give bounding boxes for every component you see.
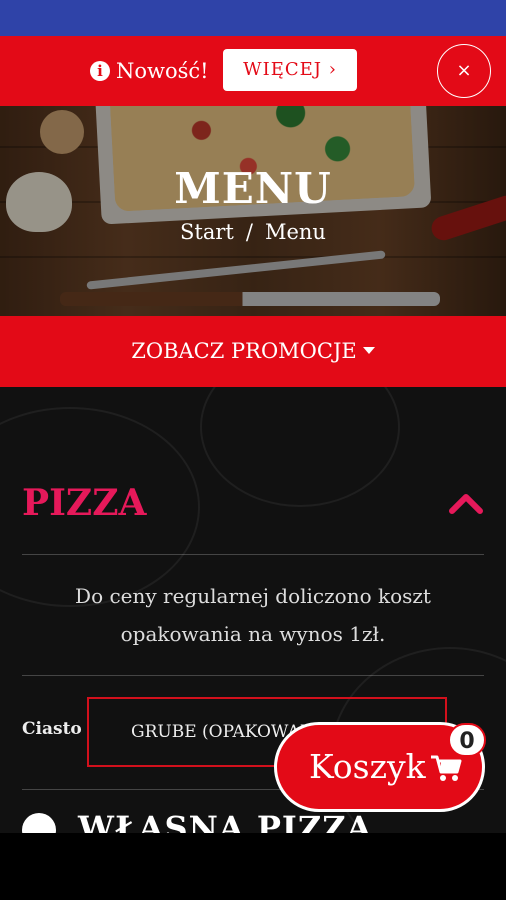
notice-label: Nowość!	[116, 59, 209, 83]
info-icon: i	[90, 61, 110, 81]
close-button[interactable]: ×	[437, 44, 491, 98]
breadcrumb-separator: /	[245, 220, 253, 244]
cart-label: Koszyk	[309, 747, 426, 786]
caret-down-icon	[362, 347, 375, 354]
item-title: WŁASNA PIZZA	[78, 809, 373, 833]
hero-banner: MENU Start / Menu	[0, 106, 506, 316]
cart-count-badge: 0	[448, 723, 486, 757]
crust-label: Ciasto	[22, 719, 82, 739]
status-bar	[0, 0, 506, 36]
divider	[22, 675, 484, 676]
section-note: Do ceny regularnej doliczono koszt opako…	[75, 584, 431, 646]
breadcrumb-start[interactable]: Start	[180, 220, 234, 244]
promotions-button[interactable]: ZOBACZ PROMOCJE	[0, 316, 506, 387]
divider	[22, 554, 484, 555]
breadcrumb-current: Menu	[264, 220, 326, 244]
notice-text-wrap: i Nowość!	[90, 36, 209, 106]
section-title: PIZZA	[22, 482, 147, 524]
chevron-up-icon[interactable]	[448, 491, 484, 515]
promotions-label: ZOBACZ PROMOCJE	[131, 339, 357, 363]
pencil-icon	[22, 813, 56, 833]
page-title: MENU	[174, 164, 332, 213]
bottom-bar	[0, 833, 506, 900]
cart-icon	[431, 755, 462, 781]
more-button[interactable]: WIĘCEJ ›	[223, 49, 357, 91]
background-doodle	[200, 387, 400, 507]
breadcrumb: Start / Menu	[0, 220, 506, 244]
notice-bar: i Nowość! WIĘCEJ › ×	[0, 36, 506, 106]
